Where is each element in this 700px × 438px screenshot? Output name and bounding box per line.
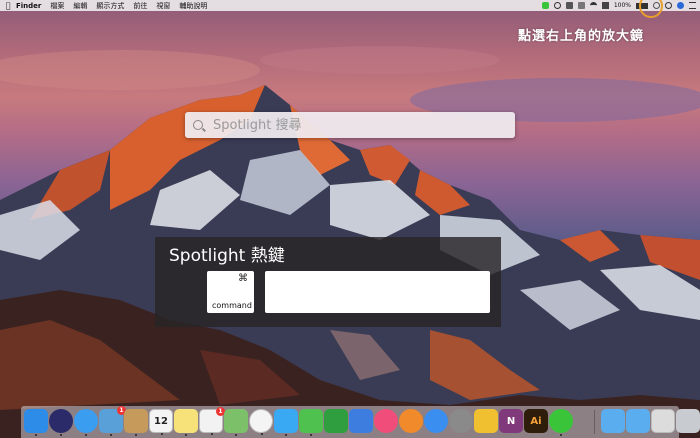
bluetooth-icon[interactable] — [577, 2, 585, 9]
dock-tes-icon[interactable] — [474, 409, 498, 433]
dock-preview-icon[interactable]: 1 — [99, 406, 126, 436]
dock-folder-applications-icon[interactable] — [601, 409, 625, 433]
dock-keynote-icon[interactable] — [349, 409, 373, 433]
dock-illustrator-icon[interactable]: Ai — [524, 409, 548, 433]
dock-facetime-icon[interactable] — [299, 409, 323, 436]
dock-trash-icon[interactable] — [676, 409, 700, 433]
running-indicator — [285, 434, 287, 436]
menu-go[interactable]: 前往 — [133, 1, 147, 11]
running-indicator — [185, 434, 187, 436]
command-symbol-icon: ⌘ — [238, 273, 248, 284]
running-indicator — [161, 433, 163, 435]
command-key-label: command — [212, 301, 252, 310]
dock-photos-icon[interactable] — [249, 409, 273, 435]
hotkey-panel: Spotlight 熱鍵 ⌘ command — [155, 237, 501, 327]
dock-finder-icon[interactable] — [24, 409, 48, 436]
dock-siri-icon[interactable] — [49, 409, 73, 436]
dock-line-icon[interactable] — [549, 409, 573, 436]
status-area: 100% — [541, 0, 696, 11]
sync-icon[interactable] — [553, 2, 561, 9]
panel-title: Spotlight 熱鍵 — [169, 246, 285, 266]
running-indicator — [261, 433, 263, 435]
dock-itunes-icon[interactable] — [374, 409, 398, 433]
battery-percent: 100% — [613, 2, 631, 9]
spotlight-search-bar[interactable] — [185, 112, 515, 138]
running-indicator — [211, 433, 213, 435]
dock-messages-icon[interactable] — [274, 409, 298, 436]
dock-maps-icon[interactable] — [224, 409, 248, 436]
dock-calendar-icon[interactable]: 12 — [149, 409, 173, 435]
spotlight-icon[interactable] — [665, 2, 672, 9]
line-status-icon[interactable] — [541, 2, 549, 9]
search-icon — [193, 120, 203, 130]
menu-edit[interactable]: 編輯 — [73, 1, 87, 11]
dock-notes-icon[interactable] — [174, 409, 198, 436]
dock-contacts-icon[interactable] — [124, 409, 148, 436]
menu-window[interactable]: 視窗 — [156, 1, 170, 11]
dock-ibooks-icon[interactable] — [399, 409, 423, 433]
instruction-text: 點選右上角的放大鏡 — [518, 29, 645, 44]
apple-icon[interactable]:  — [0, 1, 16, 10]
running-indicator — [310, 434, 312, 436]
menu-file[interactable]: 檔案 — [50, 1, 64, 11]
mountain-scene — [0, 46, 700, 438]
running-indicator — [110, 434, 112, 436]
dock-system-preferences-icon[interactable] — [449, 409, 473, 433]
dock-calendar-label: 12 — [154, 415, 168, 427]
running-indicator — [85, 434, 87, 436]
spotlight-search-input[interactable] — [211, 116, 505, 134]
screen-icon[interactable] — [565, 2, 573, 9]
running-indicator — [235, 434, 237, 436]
dock-numbers-icon[interactable] — [324, 409, 348, 433]
running-indicator — [560, 434, 562, 436]
dock: 1 12 1 N Ai — [21, 406, 700, 438]
menu-help[interactable]: 輔助說明 — [179, 1, 207, 11]
menu-view[interactable]: 顯示方式 — [96, 1, 124, 11]
wifi-icon[interactable] — [589, 2, 597, 9]
menu-bar:  Finder 檔案 編輯 顯示方式 前往 視窗 輔助說明 100% — [0, 0, 700, 11]
dock-folder-documents-icon[interactable] — [626, 409, 650, 433]
command-key: ⌘ command — [207, 271, 254, 313]
desktop-wallpaper — [0, 0, 700, 438]
hotkey-field — [265, 271, 490, 313]
dock-folder-downloads-icon[interactable] — [651, 409, 675, 433]
airplay-icon[interactable] — [601, 2, 609, 9]
dock-onenote-label: N — [506, 415, 516, 427]
dock-separator — [594, 410, 595, 434]
dock-app-store-icon[interactable] — [424, 409, 448, 433]
notification-center-icon[interactable] — [689, 2, 696, 9]
dock-reminders-icon[interactable]: 1 — [199, 407, 225, 435]
menu-app-name[interactable]: Finder — [16, 2, 41, 10]
running-indicator — [135, 434, 137, 436]
running-indicator — [35, 434, 37, 436]
running-indicator — [60, 434, 62, 436]
siri-icon[interactable] — [677, 2, 684, 9]
dock-safari-icon[interactable] — [74, 409, 98, 436]
dock-onenote-icon[interactable]: N — [499, 409, 523, 433]
dock-illustrator-label: Ai — [530, 415, 542, 427]
